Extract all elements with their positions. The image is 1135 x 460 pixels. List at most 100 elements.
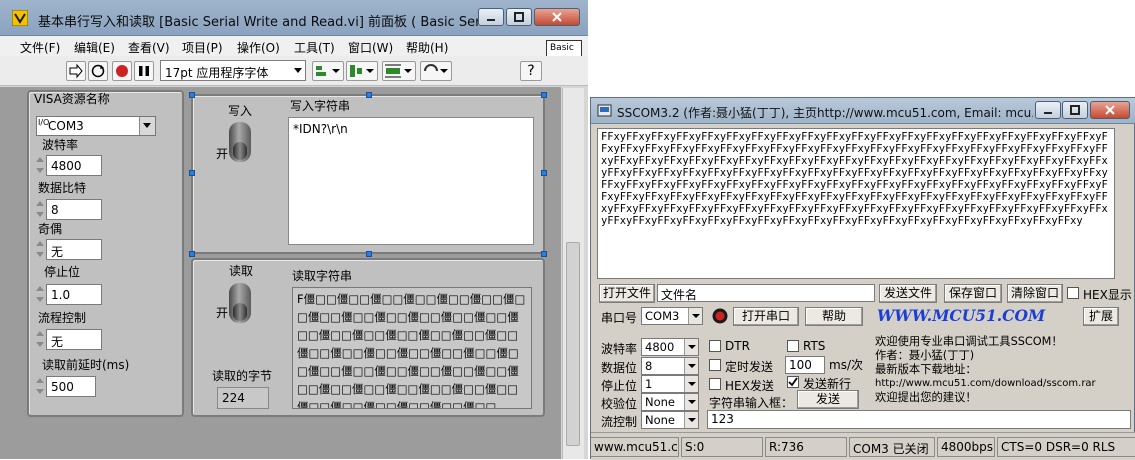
parity-select[interactable]: None: [641, 393, 699, 411]
filename-input[interactable]: 文件名: [657, 284, 875, 302]
selection-handle[interactable]: [366, 251, 372, 257]
timed-send-label: 定时发送: [725, 360, 774, 374]
run-button[interactable]: [66, 61, 86, 81]
menu-edit[interactable]: 编辑(E): [74, 39, 115, 56]
read-toggle-switch[interactable]: [229, 283, 251, 323]
menu-help[interactable]: 帮助(H): [406, 39, 448, 56]
distribute-objects-button[interactable]: [346, 61, 378, 81]
status-bar: www.mcu51.cor S:0 R:736 COM3 已关闭 4800bps…: [591, 432, 1135, 460]
hex-display-checkbox[interactable]: [1067, 287, 1079, 299]
read-delay-field[interactable]: 500: [46, 376, 96, 397]
align-objects-button[interactable]: [312, 61, 344, 81]
data-bits-select[interactable]: 8: [641, 357, 699, 375]
flow-control-field[interactable]: 无: [46, 329, 102, 350]
menu-window[interactable]: 窗口(W): [348, 39, 393, 56]
flow-control-select[interactable]: None: [641, 411, 699, 429]
dtr-label: DTR: [725, 339, 750, 353]
maximize-button[interactable]: [506, 8, 532, 26]
download-link[interactable]: http://www.mcu51.com/download/sscom.rar: [875, 377, 1131, 391]
flow-control-value: None: [645, 413, 676, 427]
baud-rate-field[interactable]: 4800: [46, 155, 102, 176]
menu-tools[interactable]: 工具(T): [294, 39, 335, 56]
visa-dropdown-button[interactable]: [139, 117, 155, 135]
maximize-icon: [1070, 105, 1080, 115]
write-toggle-switch[interactable]: [229, 122, 251, 162]
sscom-minimize-button[interactable]: [1035, 101, 1061, 119]
info-panel: 欢迎使用专业串口调试工具SSCOM！ 作者：聂小猛(丁丁) 最新版本下载地址： …: [875, 335, 1131, 407]
selection-handle[interactable]: [366, 92, 372, 98]
pause-button[interactable]: [134, 61, 154, 81]
clear-window-button[interactable]: 清除窗口: [1007, 284, 1063, 303]
pause-icon: [139, 66, 149, 76]
receive-text-area[interactable]: FFxyFFxyFFxyFFxyFFxyFFxyFFxyFFxyFFxyFFxy…: [597, 128, 1115, 279]
send-newline-checkbox[interactable]: [787, 376, 799, 388]
close-icon: [552, 12, 562, 22]
baud-rate-select[interactable]: 4800: [641, 338, 699, 356]
resize-objects-icon: [385, 64, 412, 78]
stop-bits-stepper[interactable]: [35, 284, 45, 304]
font-select[interactable]: 17pt 应用程序字体: [160, 60, 306, 81]
port-status-lamp: [715, 311, 725, 321]
selection-handle[interactable]: [541, 92, 547, 98]
minimize-icon: [487, 19, 495, 21]
send-button[interactable]: 发送: [797, 390, 859, 409]
port-status-indicator-icon: [712, 308, 728, 324]
selection-handle[interactable]: [189, 251, 195, 257]
menu-project[interactable]: 项目(P): [182, 39, 223, 56]
save-window-button[interactable]: 保存窗口: [944, 284, 1002, 303]
parity-field[interactable]: 无: [46, 239, 102, 260]
stop-bits-field[interactable]: 1.0: [46, 284, 102, 305]
data-bits-field[interactable]: 8: [46, 199, 102, 220]
baud-rate-label: 波特率: [42, 138, 79, 152]
help-button[interactable]: 帮助: [805, 307, 863, 326]
parity-value: None: [645, 395, 676, 409]
menu-operate[interactable]: 操作(O): [237, 39, 280, 56]
stop-bits-select[interactable]: 1: [641, 375, 699, 393]
send-file-button[interactable]: 发送文件: [879, 284, 937, 303]
data-bits-stepper[interactable]: [35, 199, 45, 219]
resize-objects-button[interactable]: [382, 61, 416, 81]
selection-handle[interactable]: [189, 170, 195, 176]
dtr-checkbox[interactable]: [709, 340, 721, 352]
distribute-objects-icon: [350, 65, 374, 77]
front-panel-scrollbar[interactable]: [562, 88, 584, 459]
baud-rate-stepper[interactable]: [35, 155, 45, 175]
open-port-button[interactable]: 打开串口: [733, 307, 799, 326]
write-string-input[interactable]: *IDN?\r\n: [288, 117, 534, 245]
hex-send-checkbox[interactable]: [709, 378, 721, 390]
open-file-button[interactable]: 打开文件: [599, 284, 655, 303]
visa-resource-control[interactable]: I/O COM3: [36, 116, 156, 136]
record-dot: [116, 65, 128, 77]
scrollbar-thumb[interactable]: [566, 242, 580, 446]
send-string-input[interactable]: 123: [707, 410, 1131, 429]
run-continuously-button[interactable]: [88, 61, 108, 81]
timed-send-interval-input[interactable]: 100: [785, 356, 825, 374]
sscom-title-bar[interactable]: SSCOM3.2 (作者:聂小猛(丁丁), 主页http://www.mcu51…: [591, 98, 1135, 124]
sscom-maximize-button[interactable]: [1062, 101, 1088, 119]
rts-checkbox[interactable]: [787, 340, 799, 352]
labview-title-bar[interactable]: 基本串行写入和读取 [Basic Serial Write and Read.v…: [0, 0, 588, 36]
parity-label: 奇偶: [38, 222, 63, 236]
port-select[interactable]: COM3: [641, 307, 703, 325]
flow-control-label: 流程控制: [38, 311, 87, 325]
timed-send-checkbox[interactable]: [709, 359, 721, 371]
abort-button[interactable]: [112, 61, 132, 81]
minimize-button[interactable]: [478, 8, 504, 26]
selection-handle[interactable]: [541, 170, 547, 176]
labview-app-icon: [12, 10, 28, 26]
read-delay-stepper[interactable]: [35, 376, 45, 396]
parity-stepper[interactable]: [35, 239, 45, 259]
info-line: 作者：聂小猛(丁丁): [875, 349, 975, 362]
expand-button[interactable]: 扩展: [1083, 307, 1119, 326]
chevron-down-icon: [684, 412, 698, 428]
selection-handle[interactable]: [541, 251, 547, 257]
context-help-button[interactable]: ?: [520, 61, 542, 81]
flow-control-stepper[interactable]: [35, 329, 45, 349]
menu-file[interactable]: 文件(F): [20, 39, 60, 56]
reorder-button[interactable]: [420, 61, 452, 81]
close-button[interactable]: [534, 8, 580, 26]
sscom-close-button[interactable]: [1090, 101, 1130, 119]
selection-handle[interactable]: [189, 92, 195, 98]
data-bits-value: 8: [645, 359, 653, 373]
menu-view[interactable]: 查看(V): [128, 39, 170, 56]
